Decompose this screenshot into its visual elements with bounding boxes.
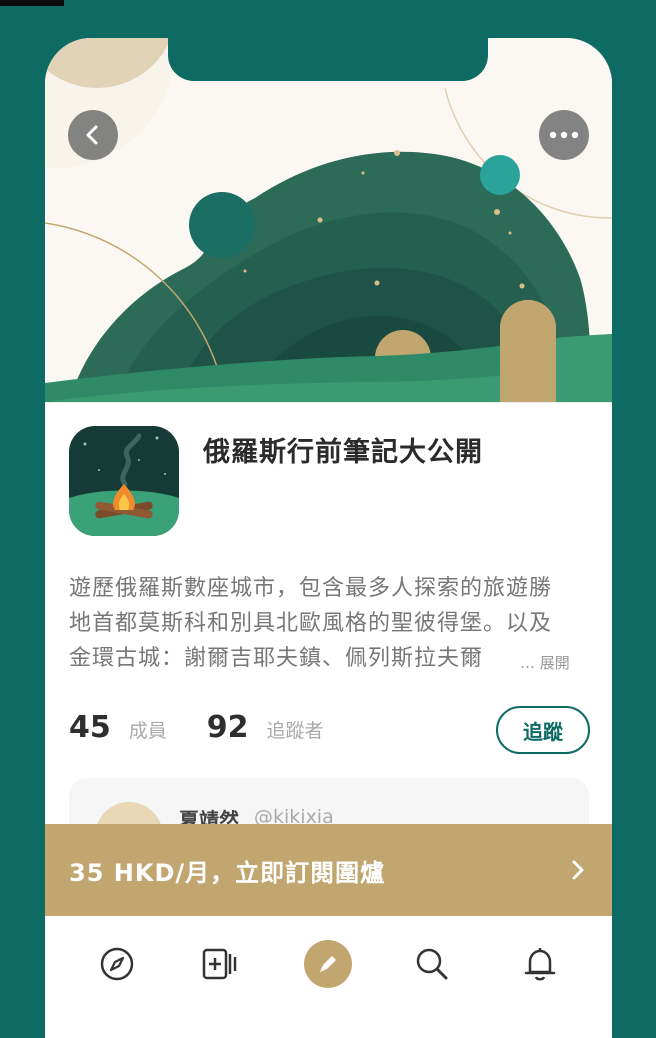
tab-notifications[interactable]: [516, 940, 564, 988]
expand-description-link[interactable]: … 展開: [520, 652, 570, 673]
group-title: 俄羅斯行前筆記大公開: [203, 437, 483, 468]
status-bar-strip: [0, 0, 64, 6]
compose-button[interactable]: [304, 940, 352, 988]
pen-icon: [320, 956, 336, 972]
phone-screen: 俄羅斯行前筆記大公開 遊歷俄羅斯數座城市，包含最多人探索的旅遊勝 地首都莫斯科和…: [45, 38, 612, 1038]
cover-illustration: [45, 38, 612, 402]
search-icon: [416, 948, 448, 980]
add-note-icon: [202, 948, 237, 980]
more-options-button[interactable]: [539, 110, 589, 160]
tab-compose[interactable]: [304, 940, 352, 988]
bell-icon: [524, 948, 556, 981]
tab-add-note[interactable]: [195, 940, 243, 988]
description-line: 金環古城：謝爾吉耶夫鎮、佩列斯拉夫爾: [69, 646, 484, 671]
subscribe-label: 35 HKD/月，立即訂閱圍爐: [69, 858, 386, 887]
group-stats: 45 成員 92 追蹤者: [69, 710, 364, 750]
followers-count: 92: [206, 710, 249, 745]
device-notch: [168, 38, 488, 81]
more-horizontal-icon: [549, 131, 579, 139]
description-line: 地首都莫斯科和別具北歐風格的聖彼得堡。以及: [69, 611, 553, 636]
members-label: 成員: [128, 720, 167, 742]
back-button[interactable]: [68, 110, 118, 160]
follow-button[interactable]: 追蹤: [496, 706, 590, 754]
members-count: 45: [69, 710, 111, 745]
bottom-tab-bar: [45, 916, 612, 1026]
chevron-left-icon: [86, 125, 98, 145]
followers-label: 追蹤者: [266, 720, 324, 742]
tab-explore[interactable]: [93, 940, 141, 988]
group-avatar: [69, 426, 179, 536]
compass-icon: [100, 947, 134, 981]
subscribe-bar[interactable]: 35 HKD/月，立即訂閱圍爐: [45, 824, 612, 916]
group-description: 遊歷俄羅斯數座城市，包含最多人探索的旅遊勝 地首都莫斯科和別具北歐風格的聖彼得堡…: [69, 571, 589, 676]
divider: [45, 402, 612, 403]
tab-search[interactable]: [408, 940, 456, 988]
chevron-right-icon: [572, 860, 584, 880]
description-line: 遊歷俄羅斯數座城市，包含最多人探索的旅遊勝: [69, 576, 553, 601]
